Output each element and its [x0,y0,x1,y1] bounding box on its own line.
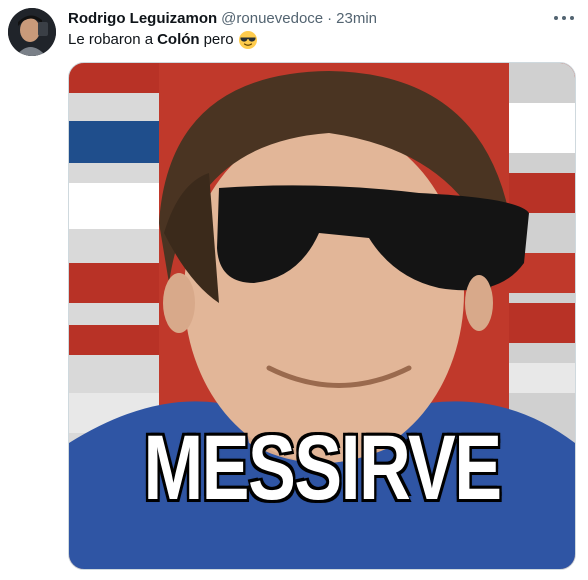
tweet-media-image[interactable]: MESSIRVE [68,62,576,570]
separator-dot: · [327,9,333,27]
tweet-header: Rodrigo Leguizamon @ronuevedoce · 23min [68,8,574,28]
tweet-text-bold: Colón [157,31,200,48]
author-handle[interactable]: @ronuevedoce [221,10,323,27]
sunglasses-emoji-icon [238,30,258,50]
avatar[interactable] [8,8,56,56]
timestamp[interactable]: 23min [336,10,377,27]
tweet-text-before: Le robaron a [68,31,154,48]
tweet-text: Le robaron a Colón pero [68,30,258,50]
author-name[interactable]: Rodrigo Leguizamon [68,10,217,27]
more-horizontal-icon[interactable] [554,10,574,26]
tweet[interactable]: Rodrigo Leguizamon @ronuevedoce · 23min … [0,0,588,580]
meme-caption: MESSIRVE [143,417,502,519]
tweet-text-after: pero [203,31,234,48]
avatar-image [8,8,56,56]
